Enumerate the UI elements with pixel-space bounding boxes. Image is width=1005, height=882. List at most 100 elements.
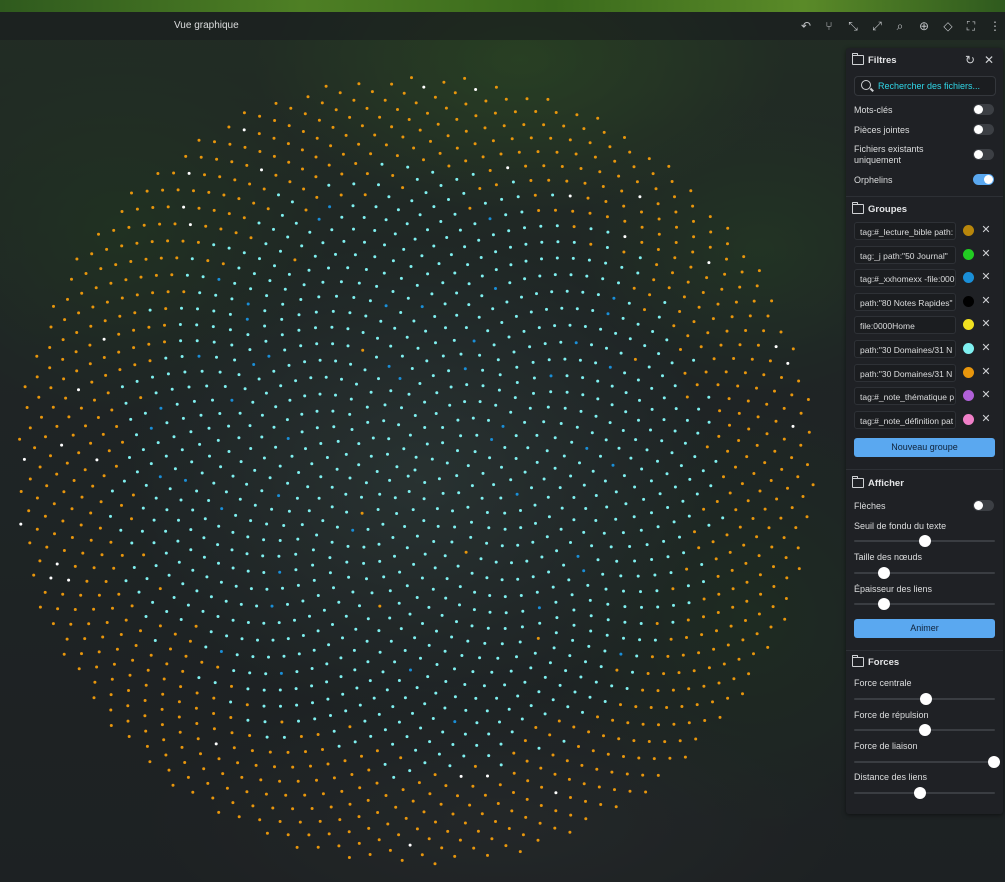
graph-node[interactable] xyxy=(419,726,423,730)
graph-node[interactable] xyxy=(605,346,608,350)
graph-node[interactable] xyxy=(286,437,290,440)
graph-node[interactable] xyxy=(709,484,713,488)
graph-node[interactable] xyxy=(352,182,356,186)
graph-node[interactable] xyxy=(296,779,300,783)
graph-node[interactable] xyxy=(242,111,246,115)
graph-node[interactable] xyxy=(436,122,440,126)
graph-node[interactable] xyxy=(206,781,210,785)
graph-node[interactable] xyxy=(357,142,361,146)
graph-node[interactable] xyxy=(431,717,435,720)
graph-node[interactable] xyxy=(652,278,656,282)
graph-node[interactable] xyxy=(468,803,472,807)
graph-node[interactable] xyxy=(421,622,424,625)
graph-node[interactable] xyxy=(124,278,128,282)
graph-node[interactable] xyxy=(782,536,786,540)
graph-node[interactable] xyxy=(647,157,651,161)
graph-node[interactable] xyxy=(187,171,191,175)
graph-node[interactable] xyxy=(188,639,192,643)
graph-node[interactable] xyxy=(207,499,211,502)
graph-node[interactable] xyxy=(198,291,202,295)
graph-node[interactable] xyxy=(357,463,361,467)
graph-node[interactable] xyxy=(35,527,39,531)
graph-node[interactable] xyxy=(294,221,298,225)
graph-node[interactable] xyxy=(309,764,312,768)
graph-node[interactable] xyxy=(245,703,249,707)
graph-node[interactable] xyxy=(84,424,87,428)
graph-node[interactable] xyxy=(368,299,372,303)
graph-node[interactable] xyxy=(437,262,441,266)
graph-node[interactable] xyxy=(225,634,229,638)
graph-node[interactable] xyxy=(94,286,98,290)
graph-node[interactable] xyxy=(656,202,660,206)
graph-node[interactable] xyxy=(523,739,527,743)
graph-node[interactable] xyxy=(726,226,730,230)
graph-node[interactable] xyxy=(148,359,152,363)
graph-node[interactable] xyxy=(391,174,395,177)
graph-node[interactable] xyxy=(318,819,322,823)
graph-node[interactable] xyxy=(532,376,536,380)
compass-icon[interactable]: ⊕ xyxy=(917,19,931,33)
graph-node[interactable] xyxy=(357,442,361,446)
graph-node[interactable] xyxy=(499,496,503,500)
graph-node[interactable] xyxy=(553,772,557,776)
graph-node[interactable] xyxy=(703,719,707,722)
graph-node[interactable] xyxy=(716,611,720,614)
graph-node[interactable] xyxy=(680,705,684,708)
group-color-swatch[interactable] xyxy=(963,272,974,284)
graph-node[interactable] xyxy=(302,187,306,191)
graph-node[interactable] xyxy=(22,457,26,461)
graph-node[interactable] xyxy=(135,241,139,245)
graph-node[interactable] xyxy=(431,374,435,378)
graph-node[interactable] xyxy=(466,639,470,643)
graph-node[interactable] xyxy=(347,830,351,834)
graph-node[interactable] xyxy=(420,853,424,857)
graph-node[interactable] xyxy=(543,712,547,716)
graph-node[interactable] xyxy=(166,290,170,294)
graph-node[interactable] xyxy=(77,667,81,671)
graph-node[interactable] xyxy=(181,416,185,420)
graph-node[interactable] xyxy=(755,443,759,447)
graph-node[interactable] xyxy=(209,595,213,599)
graph-node[interactable] xyxy=(214,293,218,297)
graph-node[interactable] xyxy=(786,486,789,490)
graph-node[interactable] xyxy=(433,862,437,866)
graph-node[interactable] xyxy=(264,792,268,796)
graph-node[interactable] xyxy=(245,163,249,167)
graph-node[interactable] xyxy=(43,590,47,594)
graph-node[interactable] xyxy=(378,492,382,496)
graph-node[interactable] xyxy=(248,424,252,428)
graph-node[interactable] xyxy=(572,240,576,244)
graph-node[interactable] xyxy=(708,245,712,249)
graph-node[interactable] xyxy=(474,114,478,118)
graph-node[interactable] xyxy=(575,113,579,117)
graph-node[interactable] xyxy=(643,344,647,348)
graph-node[interactable] xyxy=(531,540,535,544)
graph-node[interactable] xyxy=(553,324,557,328)
graph-node[interactable] xyxy=(260,435,264,439)
graph-node[interactable] xyxy=(232,746,236,750)
graph-node[interactable] xyxy=(500,578,504,582)
graph-node[interactable] xyxy=(265,587,269,591)
graph-node[interactable] xyxy=(551,585,555,589)
graph-node[interactable] xyxy=(395,154,399,158)
graph-node[interactable] xyxy=(529,179,533,182)
graph-node[interactable] xyxy=(512,791,515,794)
graph-node[interactable] xyxy=(183,370,187,374)
graph-node[interactable] xyxy=(252,201,256,205)
graph-node[interactable] xyxy=(443,302,447,306)
graph-node[interactable] xyxy=(211,796,215,800)
graph-node[interactable] xyxy=(280,333,284,337)
graph-node[interactable] xyxy=(325,680,329,684)
graph-node[interactable] xyxy=(73,564,77,568)
graph-node[interactable] xyxy=(449,253,453,257)
graph-node[interactable] xyxy=(500,642,504,646)
graph-node[interactable] xyxy=(162,738,166,742)
graph-node[interactable] xyxy=(480,274,484,278)
graph-node[interactable] xyxy=(231,801,235,805)
graph-node[interactable] xyxy=(262,456,266,460)
groups-section-header[interactable]: Groupes xyxy=(852,202,907,216)
graph-node[interactable] xyxy=(310,667,314,670)
graph-node[interactable] xyxy=(486,329,490,333)
display-section-header[interactable]: Afficher xyxy=(852,476,904,490)
graph-node[interactable] xyxy=(355,382,358,386)
